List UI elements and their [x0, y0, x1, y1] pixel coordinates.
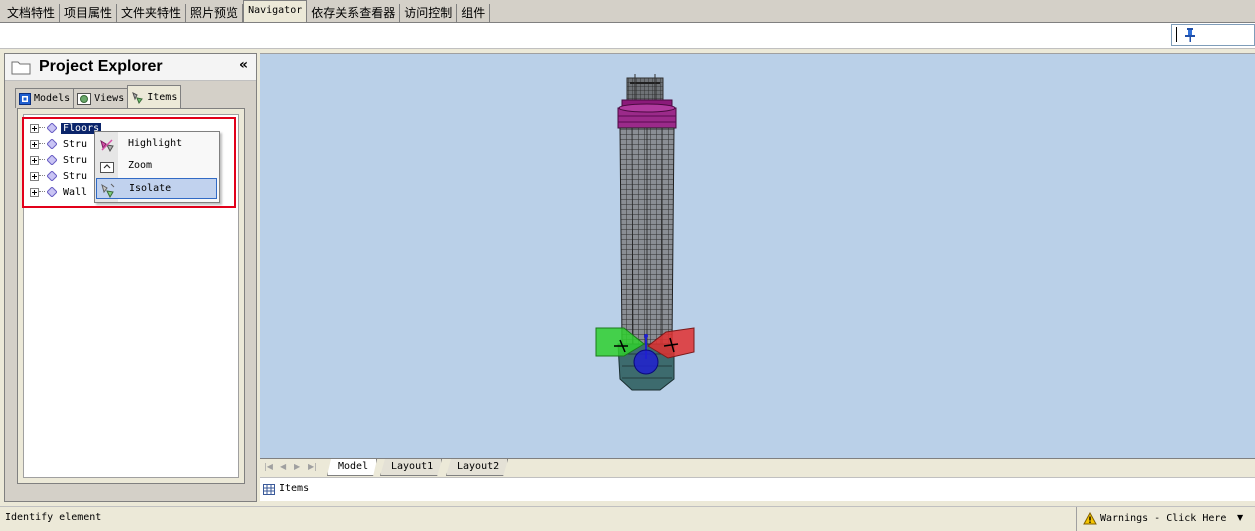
tree-item-structure-1[interactable]: Stru — [30, 136, 89, 152]
tower-shaft — [619, 127, 675, 345]
tower-model — [595, 74, 695, 391]
tab-project-properties[interactable]: 项目属性 — [60, 4, 118, 22]
menu-item-label: Zoom — [128, 160, 153, 171]
layout-tab-bar: |◀ ◀ ▶ ▶| Model Layout1 Layout2 — [260, 458, 1255, 477]
items-icon — [132, 91, 144, 104]
diamond-icon — [47, 187, 57, 197]
tree-item-structure-2[interactable]: Stru — [30, 152, 89, 168]
last-tab-icon[interactable]: ▶| — [308, 462, 318, 473]
tab-navigator[interactable]: Navigator — [243, 0, 308, 22]
expand-icon[interactable] — [30, 123, 39, 133]
panel-title: Project Explorer — [39, 58, 163, 75]
tab-items[interactable]: Items — [127, 85, 182, 108]
isolate-icon — [101, 183, 115, 198]
status-bar: Identify element Warnings - Click Here ▼ — [0, 506, 1255, 531]
tab-model[interactable]: Model — [327, 459, 378, 476]
tab-items-label: Items — [147, 91, 178, 103]
tab-access-control[interactable]: 访问控制 — [400, 4, 458, 22]
views-icon — [77, 92, 92, 105]
items-panel-label: Items — [279, 483, 310, 494]
menu-item-label: Highlight — [128, 138, 183, 149]
expand-icon[interactable] — [30, 187, 39, 197]
tab-document-properties[interactable]: 文档特性 — [0, 4, 61, 22]
diamond-icon — [47, 155, 57, 165]
tab-components[interactable]: 组件 — [457, 4, 491, 22]
tree-item-label: Stru — [63, 170, 88, 182]
items-panel-bar[interactable]: Items — [260, 477, 1255, 501]
first-tab-icon[interactable]: |◀ — [264, 462, 274, 473]
tower-crown — [617, 99, 677, 129]
expand-icon[interactable] — [30, 155, 39, 165]
axis-gizmo[interactable] — [595, 327, 695, 375]
tree-item-floors[interactable]: Floors — [30, 120, 102, 136]
separator — [1176, 27, 1177, 42]
pin-box[interactable] — [1171, 24, 1255, 46]
tab-dependency-viewer[interactable]: 依存关系查看器 — [307, 4, 401, 22]
highlight-icon — [100, 139, 114, 153]
menu-item-label: Isolate — [129, 183, 172, 194]
context-menu: Highlight Zoom Isolate — [94, 131, 220, 203]
tree-item-label: Stru — [63, 138, 88, 150]
next-tab-icon[interactable]: ▶ — [294, 462, 304, 473]
prev-tab-icon[interactable]: ◀ — [280, 462, 290, 473]
tab-photo-preview[interactable]: 照片预览 — [186, 4, 244, 22]
diamond-icon — [47, 123, 57, 133]
tab-layout2[interactable]: Layout2 — [446, 459, 509, 476]
warnings-button[interactable]: Warnings - Click Here ▼ — [1076, 507, 1255, 531]
model-viewport[interactable] — [260, 53, 1255, 459]
menu-item-highlight[interactable]: Highlight — [96, 134, 217, 155]
tab-layout1[interactable]: Layout1 — [380, 459, 443, 476]
diamond-icon — [47, 139, 57, 149]
folder-icon — [11, 61, 31, 75]
menu-item-zoom[interactable]: Zoom — [96, 156, 217, 177]
zoom-icon — [100, 162, 114, 173]
tab-views-label: Views — [94, 93, 125, 104]
diamond-icon — [47, 171, 57, 181]
dropdown-icon[interactable]: ▼ — [1237, 513, 1243, 522]
tower-spire — [626, 74, 664, 101]
grid-icon — [263, 484, 275, 495]
menu-item-isolate[interactable]: Isolate — [96, 178, 217, 199]
collapse-icon[interactable]: « — [239, 57, 248, 73]
project-explorer-panel: Project Explorer « Models Views Items Fl… — [4, 53, 257, 502]
expand-icon[interactable] — [30, 139, 39, 149]
tree-item-walls[interactable]: Wall — [30, 184, 89, 200]
warnings-label: Warnings - Click Here — [1100, 513, 1227, 524]
tab-views[interactable]: Views — [73, 88, 129, 108]
status-text: Identify element — [5, 512, 102, 523]
warning-icon — [1083, 512, 1097, 525]
models-icon — [19, 92, 31, 105]
document-tab-bar: 文档特性 项目属性 文件夹特性 照片预览 Navigator 依存关系查看器 访… — [0, 0, 1255, 23]
panel-header: Project Explorer « — [5, 54, 256, 81]
tree-item-label: Wall — [63, 186, 88, 198]
tab-models[interactable]: Models — [15, 88, 75, 108]
tree-item-label: Stru — [63, 154, 88, 166]
explorer-tabs: Models Views Items — [15, 85, 182, 108]
expand-icon[interactable] — [30, 171, 39, 181]
toolstrip — [0, 23, 1255, 49]
tree-item-structure-3[interactable]: Stru — [30, 168, 89, 184]
tab-models-label: Models — [34, 93, 71, 104]
tab-folder-properties[interactable]: 文件夹特性 — [117, 4, 187, 22]
pin-icon[interactable] — [1183, 27, 1197, 43]
